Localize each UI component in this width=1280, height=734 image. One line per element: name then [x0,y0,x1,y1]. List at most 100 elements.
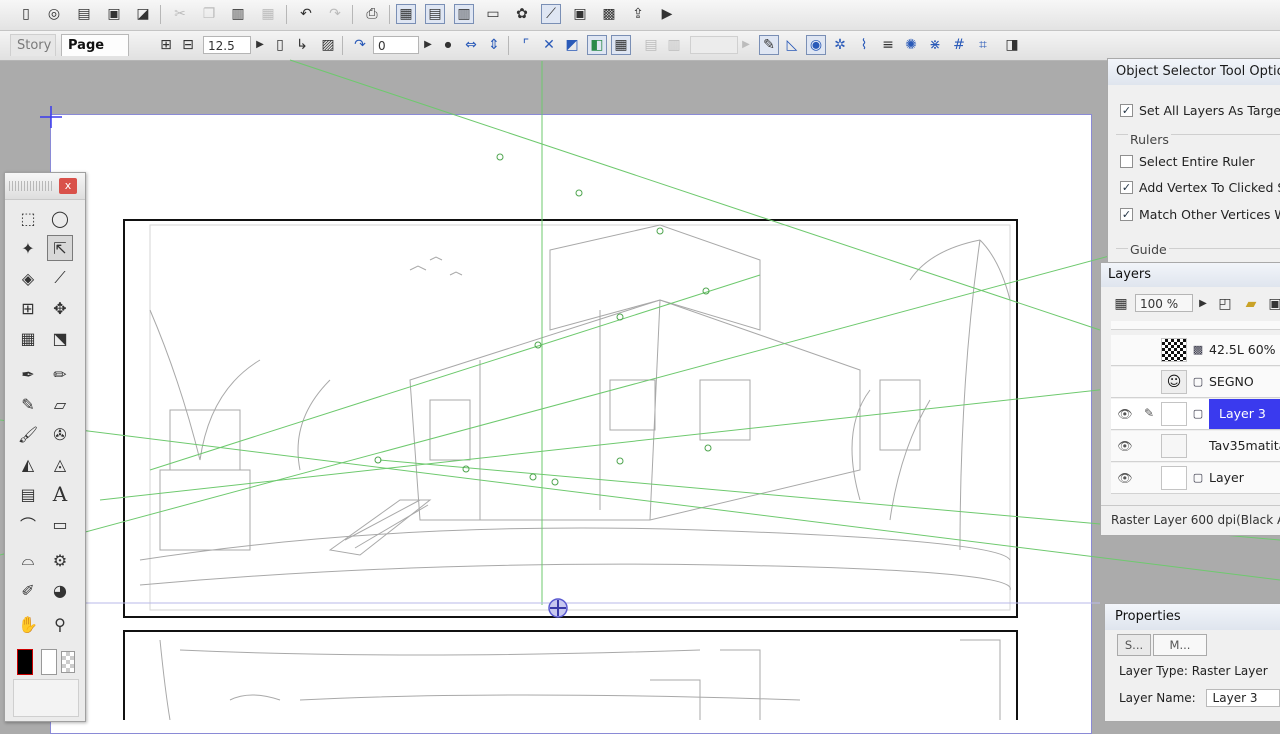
chevron-right-icon[interactable]: ▶ [250,35,270,55]
triangle-ruler-icon[interactable]: ◺ [782,35,802,55]
dot-icon[interactable]: ● [438,35,458,55]
eye-icon[interactable]: 👁 [1117,407,1133,421]
edit-toggle[interactable] [1141,374,1157,390]
open-icon[interactable]: ▤ [74,4,94,24]
folder-icon[interactable]: ▰ [1241,294,1261,314]
delete-layer-icon[interactable]: ▣ [1265,294,1280,314]
chevron-right-icon[interactable]: ▶ [736,35,756,55]
chevron-right-icon[interactable]: ▶ [418,35,438,55]
opacity-field[interactable]: 100 % [1135,294,1193,312]
set-all-layers-checkbox[interactable]: ✓ [1120,103,1133,117]
save-as-icon[interactable]: ◪ [133,4,153,24]
match-vertices-option[interactable]: ✓ Match Other Vertices When [1120,205,1280,223]
window-icon[interactable]: ▭ [483,4,503,24]
perspective-icon[interactable]: ◧ [587,35,607,55]
cut-icon[interactable]: ✂ [170,4,190,24]
scale-icon[interactable]: ✕ [539,35,559,55]
match-vertices-checkbox[interactable]: ✓ [1120,207,1133,221]
spread-icon[interactable]: ▨ [318,35,338,55]
tab-story[interactable]: Story [10,34,56,56]
mesh-icon[interactable]: ▦ [611,35,631,55]
text-tool-icon[interactable]: A [47,481,73,507]
visibility-toggle[interactable] [1117,343,1133,357]
flip-vertical-icon[interactable]: ⇕ [484,35,504,55]
edit-toggle[interactable] [1141,342,1157,358]
eye-icon[interactable]: 👁 [1117,471,1133,485]
line-width-field[interactable]: 12.5 [203,36,251,54]
export-icon[interactable]: ⇪ [628,4,648,24]
page-paper[interactable] [50,114,1092,734]
visibility-toggle[interactable] [1117,375,1133,389]
eye-icon[interactable]: 👁 [1117,439,1133,453]
foreground-color-swatch[interactable] [17,649,33,675]
rect-marquee-icon[interactable]: ⬚ [15,205,41,231]
print-icon[interactable]: ⎙ [362,4,382,24]
angle-field[interactable]: 0 [373,36,419,54]
layer-row[interactable]: ▩ 42.5L 60% [1111,335,1280,366]
new-layer-icon[interactable]: ◰ [1215,294,1235,314]
layer-row-active[interactable]: 👁 ✎ ▢ Layer 3 [1111,399,1280,430]
page-icon[interactable]: ▯ [270,35,290,55]
free-transform-icon[interactable]: ◩ [562,35,582,55]
concentric-icon[interactable]: ⋇ [925,35,945,55]
delete-icon[interactable]: ▦ [258,4,278,24]
pencil-icon[interactable]: ✏ [47,361,73,387]
edit-toggle[interactable] [1141,438,1157,454]
marker-icon[interactable]: ✎ [15,391,41,417]
guide-grid-icon[interactable]: ⌗ [973,35,993,55]
background-color-swatch[interactable] [41,649,57,675]
pen-ruler-icon[interactable]: ✎ [759,35,779,55]
layer-select-icon[interactable]: ◈ [15,265,41,291]
transform-icon[interactable]: ⌜ [516,35,536,55]
view-mode-3-icon[interactable]: ▥ [454,4,474,24]
play-icon[interactable]: ▶ [657,4,677,24]
flip-horizontal-icon[interactable]: ⇔ [461,35,481,55]
zoom-icon[interactable]: ⚲ [47,611,73,637]
settings-icon[interactable]: ✲ [830,35,850,55]
tools-titlebar[interactable]: x [5,173,85,200]
fit-icon[interactable]: ⊞ [156,35,176,55]
layer-settings-icon[interactable]: ▦ [1111,294,1131,314]
chevron-right-icon[interactable]: ▶ [1193,294,1213,314]
view-mode-1-icon[interactable]: ▦ [396,4,416,24]
gradient-icon[interactable]: ▤ [15,481,41,507]
layer-row[interactable]: ☺ ▢ SEGNO [1111,367,1280,398]
select-entire-ruler-option[interactable]: Select Entire Ruler [1120,152,1255,170]
copy-icon[interactable]: ❐ [199,4,219,24]
snap-icon[interactable]: ◉ [806,35,826,55]
curve-tool-icon[interactable]: ⌒ [15,511,41,537]
color-grid-icon[interactable]: ▩ [599,4,619,24]
move-icon[interactable]: ✥ [47,295,73,321]
drag-grip-icon[interactable] [9,181,53,191]
transparent-color-swatch[interactable] [61,651,75,673]
lines-icon[interactable]: ≡ [878,35,898,55]
hand-icon[interactable]: ✋ [15,611,41,637]
magic-wand-icon[interactable]: ✦ [15,235,41,261]
zoom-out-icon[interactable]: ⊟ [178,35,198,55]
pen-icon[interactable]: ✎ [1141,406,1157,422]
new-file-icon[interactable]: ▯ [16,4,36,24]
tab-m[interactable]: M... [1153,634,1207,656]
object-selector-icon[interactable]: ⇱ [47,235,73,261]
distribute-icon[interactable]: ▥ [664,35,684,55]
layer-row[interactable]: 👁 ▢ Layer [1111,463,1280,494]
panel-title[interactable]: Properties [1105,604,1280,630]
speed-line-icon[interactable]: ⚙ [47,547,73,573]
eyedropper-icon[interactable]: ⟋ [47,265,73,291]
color-wheel-icon[interactable]: ◕ [47,577,73,603]
airbrush-icon[interactable]: ✇ [47,421,73,447]
curve-icon[interactable]: ⌇ [854,35,874,55]
align-icon[interactable]: ▤ [641,35,661,55]
fill-icon[interactable]: ◭ [15,451,41,477]
grid-icon[interactable]: # [949,35,969,55]
save-icon[interactable]: ▣ [104,4,124,24]
edit-toggle[interactable] [1141,470,1157,486]
set-all-layers-option[interactable]: ✓ Set All Layers As Target [1120,101,1280,119]
layer-name-input[interactable]: Layer 3 [1205,689,1280,707]
close-icon[interactable]: x [59,178,77,194]
frame-icon[interactable]: ▦ [15,325,41,351]
brush-icon[interactable]: 🖌 [15,421,41,447]
layer-row[interactable]: 👁 Tav35matita [1111,431,1280,462]
add-vertex-checkbox[interactable]: ✓ [1120,180,1133,194]
corner-icon[interactable]: ↳ [292,35,312,55]
